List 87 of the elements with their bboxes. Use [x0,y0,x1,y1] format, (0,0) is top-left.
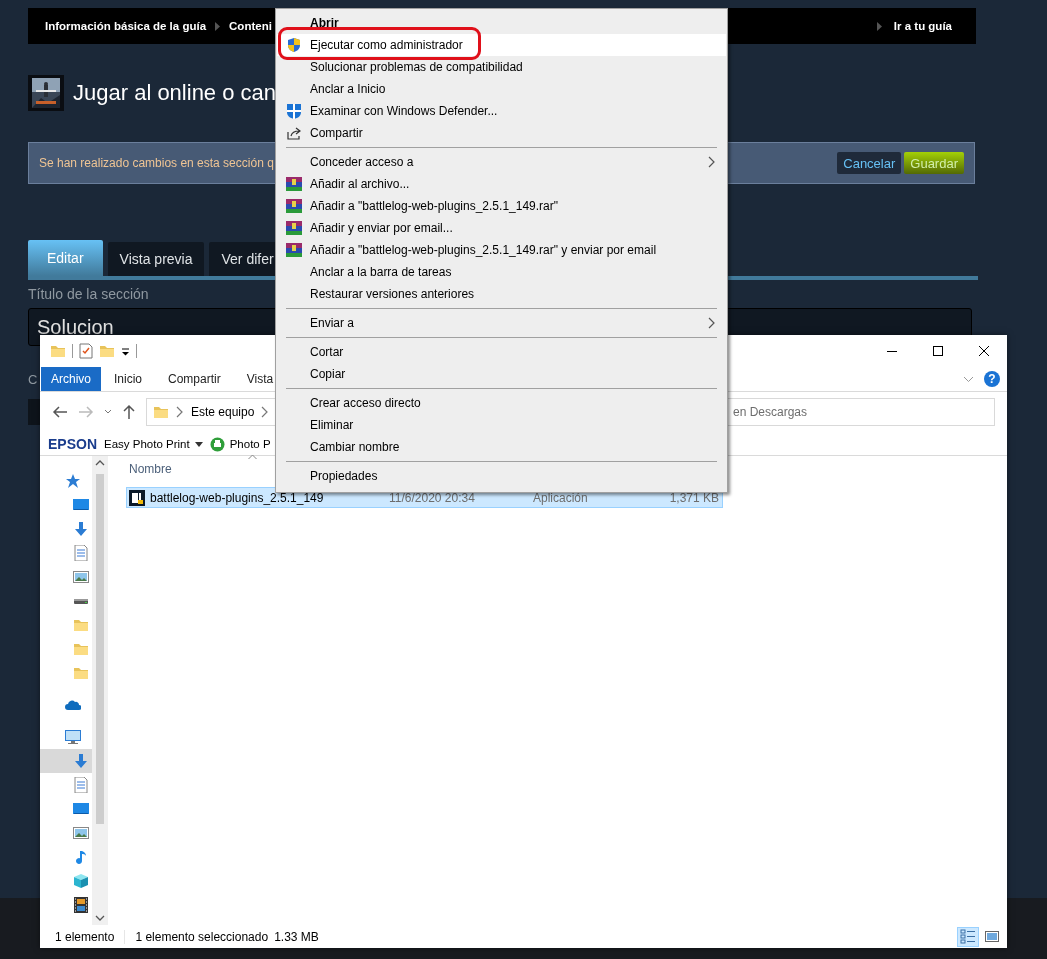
desktop-icon [73,497,89,513]
file-type: Aplicación [533,490,589,505]
menu-item[interactable]: Ejecutar como administrador [277,34,726,56]
download-arrow-icon [73,521,89,537]
menu-item[interactable]: Eliminar [277,414,726,436]
app-icon [129,489,145,506]
cube-icon [73,873,89,889]
file-date: 11/6/2020 20:34 [389,490,476,505]
cancel-button[interactable]: Cancelar [837,152,902,174]
share-icon [286,125,302,141]
help-button[interactable]: ? [984,371,1000,387]
folder-icon [73,641,89,657]
breadcrumb-link[interactable]: Información básica de la guía [45,20,207,32]
large-icons-view-icon [983,928,1001,945]
column-header[interactable]: Nombre [129,462,172,476]
menu-item[interactable]: Enviar a [277,312,726,334]
folder-icon [73,617,89,633]
desktop-icon [73,801,89,817]
star-icon [65,473,81,489]
field-label: Título de la sección [28,286,149,302]
close-icon [979,346,989,356]
triangle-icon [215,21,221,31]
notice-text: Se han realizado cambios en esta sección q [39,156,274,170]
download-arrow-icon [73,753,89,769]
status-text: 1.33 MB [274,929,319,944]
menu-item[interactable]: Compartir [277,122,726,144]
picture-icon [73,825,89,841]
chevron-down-icon[interactable] [104,409,112,415]
menu-item[interactable]: Añadir y enviar por email... [277,217,726,239]
up-arrow-icon[interactable] [122,404,136,420]
caret-down-icon [194,441,203,447]
folder-icon [153,404,169,420]
ribbon-tab[interactable]: Inicio [101,367,156,391]
picture-icon [73,569,89,585]
breadcrumb-link[interactable]: Conteni [229,20,272,32]
status-text: 1 elemento seleccionado [135,929,269,944]
ribbon-tab[interactable]: Compartir [155,367,234,391]
toolbar-button[interactable]: Easy Photo Print [104,438,203,450]
field-label: C [28,372,38,387]
dropdown-icon[interactable] [121,346,130,356]
menu-item[interactable]: Añadir al archivo... [277,173,726,195]
shield-icon [286,37,302,53]
menu-item[interactable]: Cambiar nombre [277,436,726,458]
menu-item[interactable]: Propiedades [277,465,726,487]
brand-logo: EPSON [48,436,97,452]
document-icon [73,777,89,793]
scrollbar[interactable] [92,456,108,925]
books-icon [286,176,302,192]
search-field[interactable]: en Descargas [727,398,995,426]
folder-icon [73,665,89,681]
menu-item[interactable]: Restaurar versiones anteriores [277,283,726,305]
menu-item[interactable]: Abrir [277,12,726,34]
menu-item[interactable]: Examinar con Windows Defender... [277,100,726,122]
back-arrow-icon[interactable] [52,404,68,420]
status-text: 1 elemento [55,929,126,944]
film-icon [73,897,89,913]
printer-icon [209,436,225,452]
checklist-icon[interactable] [79,343,93,359]
sort-caret-icon [248,454,257,460]
menu-item[interactable]: Añadir a "battlelog-web-plugins_2.5.1_149.rar" [277,195,726,217]
triangle-icon [876,21,882,31]
menu-item[interactable]: Crear acceso directo [277,392,726,414]
books-icon [286,242,302,258]
music-note-icon [73,849,89,865]
shield-icon [286,103,302,119]
guide-title: Jugar al online o can [73,80,277,106]
guide-link[interactable]: Ir a tu guía [893,20,952,32]
file-name: battlelog-web-plugins_2.5.1_149 [150,490,324,505]
details-view-icon [959,928,977,945]
document-icon [73,545,89,561]
chevron-right-icon [176,406,184,418]
forward-arrow-icon[interactable] [78,404,94,420]
menu-item[interactable]: Conceder acceso a [277,151,726,173]
chevron-right-icon [261,406,270,418]
books-icon [286,198,302,214]
tab[interactable]: Vista previa [107,242,205,276]
maximize-icon [933,346,943,356]
toolbar-button[interactable]: Photo P [209,436,271,452]
details-view-button[interactable] [957,926,979,947]
chevron-down-icon[interactable] [963,375,974,383]
menu-item[interactable]: Solucionar problemas de compatibilidad [277,56,726,78]
menu-item[interactable]: Cortar [277,341,726,363]
books-icon [286,220,302,236]
file-size: 1,371 KB [668,490,719,505]
monitor-icon [65,729,81,745]
path-segment[interactable]: Este equipo [191,405,255,419]
menu-item[interactable]: Anclar a Inicio [277,78,726,100]
